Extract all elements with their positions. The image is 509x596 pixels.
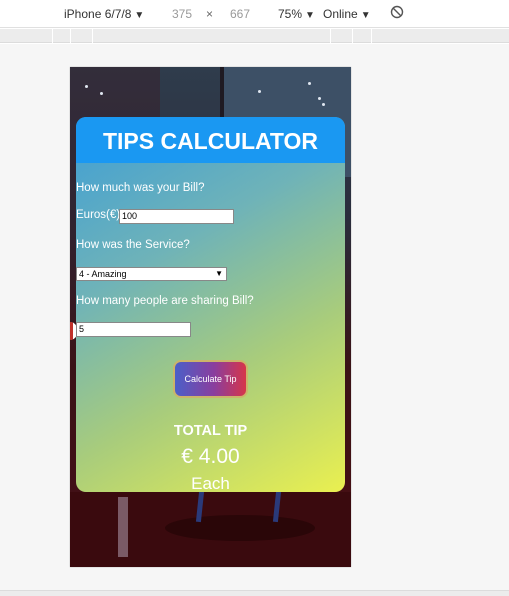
total-tip-value: € 4.00: [181, 445, 240, 468]
caret-down-icon: ▼: [215, 269, 223, 278]
caret-down-icon: ▼: [134, 10, 145, 21]
network-select[interactable]: Online ▼: [323, 7, 371, 21]
each-label: Each: [191, 474, 230, 492]
network-value: Online: [323, 7, 358, 21]
service-question: How was the Service?: [76, 239, 190, 251]
device-name: iPhone 6/7/8: [64, 7, 132, 21]
star-icon: [100, 92, 103, 95]
star-icon: [322, 103, 325, 106]
star-icon: [85, 85, 88, 88]
devtools-bottom-bar: [0, 590, 509, 596]
tips-calculator-card: TIPS CALCULATOR How much was your Bill? …: [76, 117, 345, 492]
service-selected-value: 4 - Amazing: [79, 269, 127, 279]
zoom-value: 75%: [278, 7, 303, 21]
total-tip-label: TOTAL TIP: [173, 423, 248, 439]
people-question: How many people are sharing Bill?: [76, 295, 254, 307]
star-icon: [308, 82, 311, 85]
media-query-ruler[interactable]: [0, 29, 509, 43]
caret-down-icon: ▼: [305, 10, 315, 21]
caret-down-icon: ▼: [360, 10, 371, 21]
star-icon: [258, 90, 261, 93]
bill-input[interactable]: 100: [119, 209, 234, 224]
currency-label: Euros(€): [76, 209, 121, 221]
background-table: [165, 515, 315, 541]
service-select[interactable]: 4 - Amazing ▼: [76, 267, 227, 281]
star-icon: [318, 97, 321, 100]
dimension-separator: ×: [206, 7, 214, 21]
background-stool-leg: [118, 497, 128, 557]
people-input[interactable]: 5: [76, 322, 191, 337]
height-field[interactable]: 667: [230, 7, 250, 21]
zoom-select[interactable]: 75% ▼: [278, 7, 315, 21]
device-toolbar: iPhone 6/7/8 ▼ 375 × 667 75% ▼ Online ▼: [0, 0, 509, 28]
card-title: TIPS CALCULATOR: [76, 117, 345, 163]
width-field[interactable]: 375: [172, 7, 192, 21]
rotate-icon[interactable]: [390, 5, 404, 22]
bill-question: How much was your Bill?: [76, 182, 205, 194]
calculate-tip-button[interactable]: Calculate Tip: [173, 360, 248, 398]
device-select[interactable]: iPhone 6/7/8 ▼: [64, 7, 144, 21]
